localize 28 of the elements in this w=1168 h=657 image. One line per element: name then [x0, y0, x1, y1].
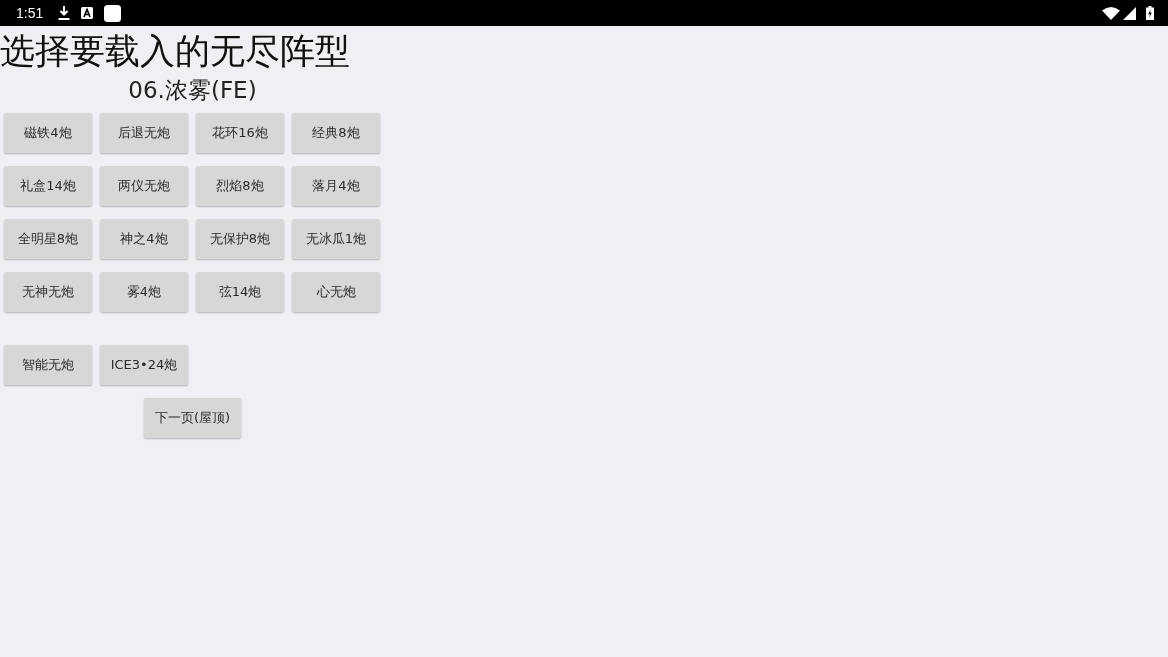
formation-button[interactable]: 经典8炮	[292, 113, 380, 153]
page-title: 选择要载入的无尽阵型	[0, 30, 350, 73]
formation-button[interactable]: ICE3•24炮	[100, 345, 188, 385]
formation-button[interactable]: 无冰瓜1炮	[292, 219, 380, 259]
battery-charging-icon	[1146, 6, 1154, 20]
formation-button[interactable]: 礼盒14炮	[4, 166, 92, 206]
status-time: 1:51	[16, 5, 44, 21]
formation-button[interactable]: 无神无炮	[4, 272, 92, 312]
formation-button[interactable]: 磁铁4炮	[4, 113, 92, 153]
next-page-button[interactable]: 下一页(屋顶)	[144, 398, 241, 438]
formation-button[interactable]: 智能无炮	[4, 345, 92, 385]
download-icon	[58, 6, 71, 20]
letter-a-icon	[81, 7, 94, 19]
formation-button[interactable]: 后退无炮	[100, 113, 188, 153]
formation-button[interactable]: 花环16炮	[196, 113, 284, 153]
formation-button[interactable]: 全明星8炮	[4, 219, 92, 259]
formation-button[interactable]: 弦14炮	[196, 272, 284, 312]
current-formation-label: 06.浓雾(FE)	[128, 76, 257, 105]
signal-icon	[1123, 6, 1136, 20]
formation-button[interactable]: 神之4炮	[100, 219, 188, 259]
formation-button[interactable]: 心无炮	[292, 272, 380, 312]
formation-button[interactable]: 烈焰8炮	[196, 166, 284, 206]
square-icon	[104, 4, 122, 22]
formation-button[interactable]: 落月4炮	[292, 166, 380, 206]
formation-button[interactable]: 无保护8炮	[196, 219, 284, 259]
wifi-icon	[1102, 6, 1120, 20]
formation-button[interactable]: 雾4炮	[100, 272, 188, 312]
formation-button[interactable]: 两仪无炮	[100, 166, 188, 206]
